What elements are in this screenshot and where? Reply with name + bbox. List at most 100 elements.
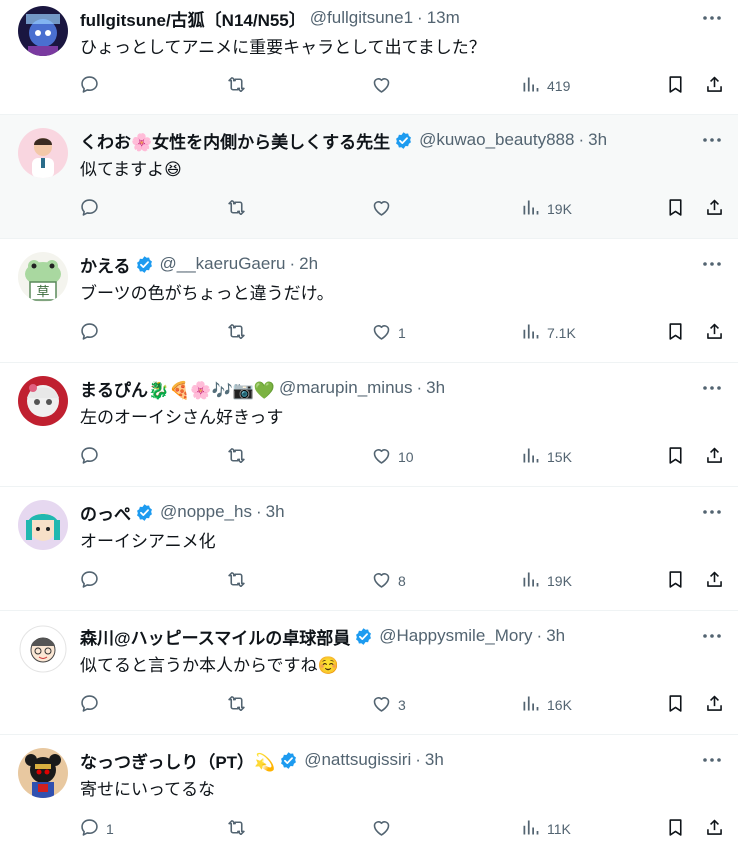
more-options-icon[interactable] [700,626,724,646]
more-options-icon[interactable] [700,130,724,150]
action-bar: 3 16K [0,691,738,719]
repost-button[interactable] [226,443,247,471]
like-button[interactable] [371,195,398,223]
repost-icon [226,197,247,221]
timestamp[interactable]: 3h [425,750,444,770]
heart-icon [371,74,392,98]
bookmark-button[interactable] [665,195,686,223]
more-options-icon[interactable] [700,502,724,522]
views-button[interactable]: 11K [520,815,571,843]
like-button[interactable] [371,72,398,100]
like-button[interactable] [371,815,398,843]
repost-icon [226,74,247,98]
user-handle[interactable]: @fullgitsune1 [310,8,413,28]
repost-button[interactable] [226,691,247,719]
share-button[interactable] [704,443,725,471]
avatar[interactable] [18,128,68,178]
bookmark-button[interactable] [665,72,686,100]
views-button[interactable]: 419 [520,72,570,100]
reply-icon [79,445,100,469]
timestamp[interactable]: 2h [299,254,318,274]
reply-button[interactable] [79,443,106,471]
repost-button[interactable] [226,72,247,100]
like-button[interactable]: 10 [371,443,414,471]
tweet-text: ひょっとしてアニメに重要キャラとして出てました？ [80,38,486,57]
avatar[interactable] [18,624,68,674]
like-count: 8 [398,573,406,589]
user-handle[interactable]: @kuwao_beauty888 [419,130,574,150]
avatar[interactable] [18,6,68,56]
like-button[interactable]: 1 [371,319,406,347]
reply-tweet[interactable]: まるぴん🐉🍕🌸🎶📷💚 @marupin_minus · 3h 左のオーイシさん好… [0,363,738,487]
share-button[interactable] [704,195,725,223]
like-button[interactable]: 8 [371,567,406,595]
repost-button[interactable] [226,319,247,347]
user-handle[interactable]: @Happysmile_Mory [379,626,532,646]
share-button[interactable] [704,72,725,100]
user-handle[interactable]: @__kaeruGaeru [160,254,286,274]
reply-tweet[interactable]: くわお🌸女性を内側から美しくする先生 @kuwao_beauty888 · 3h… [0,115,738,239]
bookmark-button[interactable] [665,815,686,843]
timestamp[interactable]: 3h [588,130,607,150]
action-bar: 10 15K [0,443,738,471]
display-name[interactable]: まるぴん🐉🍕🌸🎶📷💚 [80,376,275,401]
timestamp[interactable]: 3h [426,378,445,398]
timestamp[interactable]: 3h [266,502,285,522]
views-button[interactable]: 16K [520,691,572,719]
display-name[interactable]: fullgitsune/古狐〔N14/N55〕 [80,6,306,31]
more-options-icon[interactable] [700,8,724,28]
action-bar: 419 [0,72,738,100]
display-name[interactable]: なっつぎっしり（PT）💫 [80,748,275,773]
views-button[interactable]: 15K [520,443,572,471]
share-button[interactable] [704,319,725,347]
bookmark-button[interactable] [665,319,686,347]
avatar[interactable] [18,500,68,550]
reply-tweet[interactable]: 森川@ハッピースマイルの卓球部員 @Happysmile_Mory · 3h 似… [0,611,738,735]
reply-tweet[interactable]: のっぺ @noppe_hs · 3h オーイシアニメ化 8 19K [0,487,738,611]
share-button[interactable] [704,567,725,595]
repost-button[interactable] [226,567,247,595]
avatar[interactable] [18,376,68,426]
reply-button[interactable] [79,195,106,223]
display-name[interactable]: のっぺ [80,500,131,525]
reply-button[interactable] [79,319,106,347]
views-chart-icon [520,693,541,717]
views-button[interactable]: 19K [520,195,572,223]
views-button[interactable]: 19K [520,567,572,595]
more-options-icon[interactable] [700,378,724,398]
user-handle[interactable]: @marupin_minus [279,378,412,398]
avatar[interactable]: 草 [18,252,68,302]
reply-tweet[interactable]: なっつぎっしり（PT）💫 @nattsugissiri · 3h 寄せにいってる… [0,735,738,863]
reply-tweet[interactable]: 草 かえる @__kaeruGaeru · 2h ブーツの色がちょっと違うだけ。… [0,239,738,363]
bookmark-button[interactable] [665,691,686,719]
avatar[interactable] [18,748,68,798]
reply-button[interactable]: 1 [79,815,114,843]
repost-button[interactable] [226,195,247,223]
reply-button[interactable] [79,72,106,100]
repost-icon [226,445,247,469]
timestamp[interactable]: 3h [546,626,565,646]
share-button[interactable] [704,815,725,843]
more-options-icon[interactable] [700,750,724,770]
reply-tweet[interactable]: fullgitsune/古狐〔N14/N55〕 @fullgitsune1 · … [0,0,738,115]
reply-button[interactable] [79,691,106,719]
like-button[interactable]: 3 [371,691,406,719]
timestamp[interactable]: 13m [427,8,460,28]
display-name[interactable]: かえる [80,252,131,277]
verified-badge-icon [281,751,297,769]
reply-button[interactable] [79,567,106,595]
bookmark-icon [665,197,686,221]
bookmark-button[interactable] [665,567,686,595]
share-button[interactable] [704,691,725,719]
views-button[interactable]: 7.1K [520,319,576,347]
user-handle[interactable]: @nattsugissiri [304,750,411,770]
views-count: 19K [547,201,572,217]
user-handle[interactable]: @noppe_hs [160,502,252,522]
bookmark-button[interactable] [665,443,686,471]
verified-badge-icon [356,627,372,645]
display-name[interactable]: 森川@ハッピースマイルの卓球部員 [80,624,350,649]
display-name[interactable]: くわお🌸女性を内側から美しくする先生 [80,128,390,153]
repost-button[interactable] [226,815,247,843]
share-icon [704,321,725,345]
more-options-icon[interactable] [700,254,724,274]
